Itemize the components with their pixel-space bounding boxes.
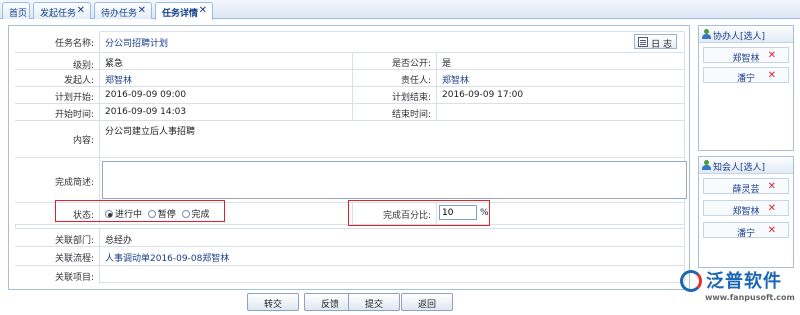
close-icon[interactable]: ✕ — [77, 5, 85, 16]
close-icon[interactable]: ✕ — [199, 5, 207, 16]
assistant-name: 潘宁 — [736, 74, 755, 84]
tab-label: 待办任务 — [101, 9, 138, 19]
row-done: 完成简述: — [15, 158, 687, 203]
done-textarea[interactable] — [102, 161, 687, 199]
row-task-name: 任务名称: 分公司招聘计划 日 志 — [15, 31, 685, 53]
tab-label: 任务详情 — [162, 9, 199, 19]
remove-icon[interactable]: ✕ — [768, 181, 776, 192]
owner-label: 责任人: — [352, 70, 437, 86]
start-time-label: 开始时间: — [15, 104, 100, 120]
owner-value: 郑智林 — [442, 76, 470, 86]
project-value — [100, 266, 105, 284]
remove-icon[interactable]: ✕ — [768, 225, 776, 236]
notified-item: 薛灵芸 ✕ — [703, 178, 789, 195]
submit-button[interactable]: 提交 — [348, 293, 400, 311]
task-detail-form: 任务名称: 分公司招聘计划 日 志 级别: 紧急 是否公开: 是 发起人: 郑智… — [8, 25, 690, 290]
notified-title: 知会人[选人] — [713, 163, 766, 173]
log-button[interactable]: 日 志 — [634, 34, 677, 50]
log-button-label: 日 志 — [651, 40, 672, 50]
tab-task-detail[interactable]: 任务详情 ✕ — [155, 2, 213, 20]
logo-url: www.fanpusoft.com — [705, 293, 795, 302]
remove-icon[interactable]: ✕ — [768, 50, 776, 61]
notified-item: 潘宁 ✕ — [703, 222, 789, 239]
percent-highlight — [348, 200, 490, 226]
tab-label: 发起任务 — [40, 9, 77, 19]
tab-bar: 首页 发起任务 ✕ 待办任务 ✕ 任务详情 ✕ — [0, 0, 800, 20]
end-time-value — [437, 104, 442, 120]
assistants-header[interactable]: 协办人[选人] — [699, 26, 793, 43]
logo-name: 泛普软件 — [706, 271, 782, 292]
plan-end-value: 2016-09-09 17:00 — [442, 90, 524, 100]
notified-header[interactable]: 知会人[选人] — [699, 157, 793, 174]
tab-todo-task[interactable]: 待办任务 ✕ — [94, 2, 152, 19]
notified-name: 郑智林 — [732, 207, 760, 217]
flow-link[interactable]: 人事调动单2016-09-08郑智林 — [100, 247, 229, 265]
row-initiator: 发起人: 郑智林 责任人: 郑智林 — [15, 70, 685, 87]
plan-start-label: 计划开始: — [15, 87, 100, 103]
tab-label: 首页 — [9, 9, 28, 19]
notified-panel: 知会人[选人] 薛灵芸 ✕ 郑智林 ✕ 潘宁 ✕ — [698, 156, 794, 268]
remove-icon[interactable]: ✕ — [768, 203, 776, 214]
done-label: 完成简述: — [15, 158, 100, 202]
person-icon — [702, 160, 711, 170]
remove-icon[interactable]: ✕ — [768, 70, 776, 81]
person-icon — [702, 29, 711, 39]
initiator-label: 发起人: — [15, 70, 100, 86]
dept-value: 总经办 — [105, 236, 133, 246]
transfer-button[interactable]: 转交 — [247, 293, 299, 311]
notified-name: 潘宁 — [736, 229, 755, 239]
row-flow: 关联流程: 人事调动单2016-09-08郑智林 — [15, 247, 685, 266]
start-time-value: 2016-09-09 14:03 — [105, 107, 187, 117]
dept-label: 关联部门: — [15, 229, 100, 246]
tab-home[interactable]: 首页 — [2, 2, 30, 19]
fanpu-logo: 泛普软件 www.fanpusoft.com — [676, 266, 800, 312]
notified-item: 郑智林 ✕ — [703, 200, 789, 217]
level-label: 级别: — [15, 53, 100, 71]
level-value: 紧急 — [105, 59, 124, 69]
assistants-panel: 协办人[选人] 郑智林 ✕ 潘宁 ✕ — [698, 25, 794, 151]
assistant-item: 潘宁 ✕ — [703, 67, 789, 84]
flow-label: 关联流程: — [15, 247, 100, 265]
row-content: 内容: 分公司建立后人事招聘 — [15, 121, 685, 158]
row-plan: 计划开始: 2016-09-09 09:00 计划结束: 2016-09-09 … — [15, 87, 685, 104]
back-button[interactable]: 返回 — [401, 293, 453, 311]
initiator-value: 郑智林 — [105, 76, 133, 86]
end-time-label: 结束时间: — [352, 104, 437, 120]
public-value: 是 — [442, 59, 452, 69]
assistants-title: 协办人[选人] — [713, 32, 766, 42]
content-label: 内容: — [15, 121, 100, 157]
log-icon — [638, 37, 649, 47]
close-icon[interactable]: ✕ — [138, 5, 146, 16]
plan-start-value: 2016-09-09 09:00 — [105, 90, 187, 100]
assistant-item: 郑智林 ✕ — [703, 47, 789, 64]
content-value: 分公司建立后人事招聘 — [105, 127, 196, 137]
status-highlight — [55, 200, 225, 222]
row-dept: 关联部门: 总经办 — [15, 228, 685, 247]
row-level: 级别: 紧急 是否公开: 是 — [15, 53, 685, 71]
logo-mark-icon — [680, 270, 702, 292]
tab-initiate-task[interactable]: 发起任务 ✕ — [33, 2, 91, 19]
notified-name: 薛灵芸 — [732, 185, 760, 195]
row-times: 开始时间: 2016-09-09 14:03 结束时间: — [15, 104, 685, 121]
row-project: 关联项目: — [15, 266, 685, 284]
project-label: 关联项目: — [15, 266, 100, 284]
task-name-value: 分公司招聘计划 — [105, 39, 169, 49]
plan-end-label: 计划结束: — [352, 87, 437, 103]
assistant-name: 郑智林 — [732, 54, 760, 64]
public-label: 是否公开: — [352, 53, 437, 69]
task-name-label: 任务名称: — [15, 31, 100, 52]
